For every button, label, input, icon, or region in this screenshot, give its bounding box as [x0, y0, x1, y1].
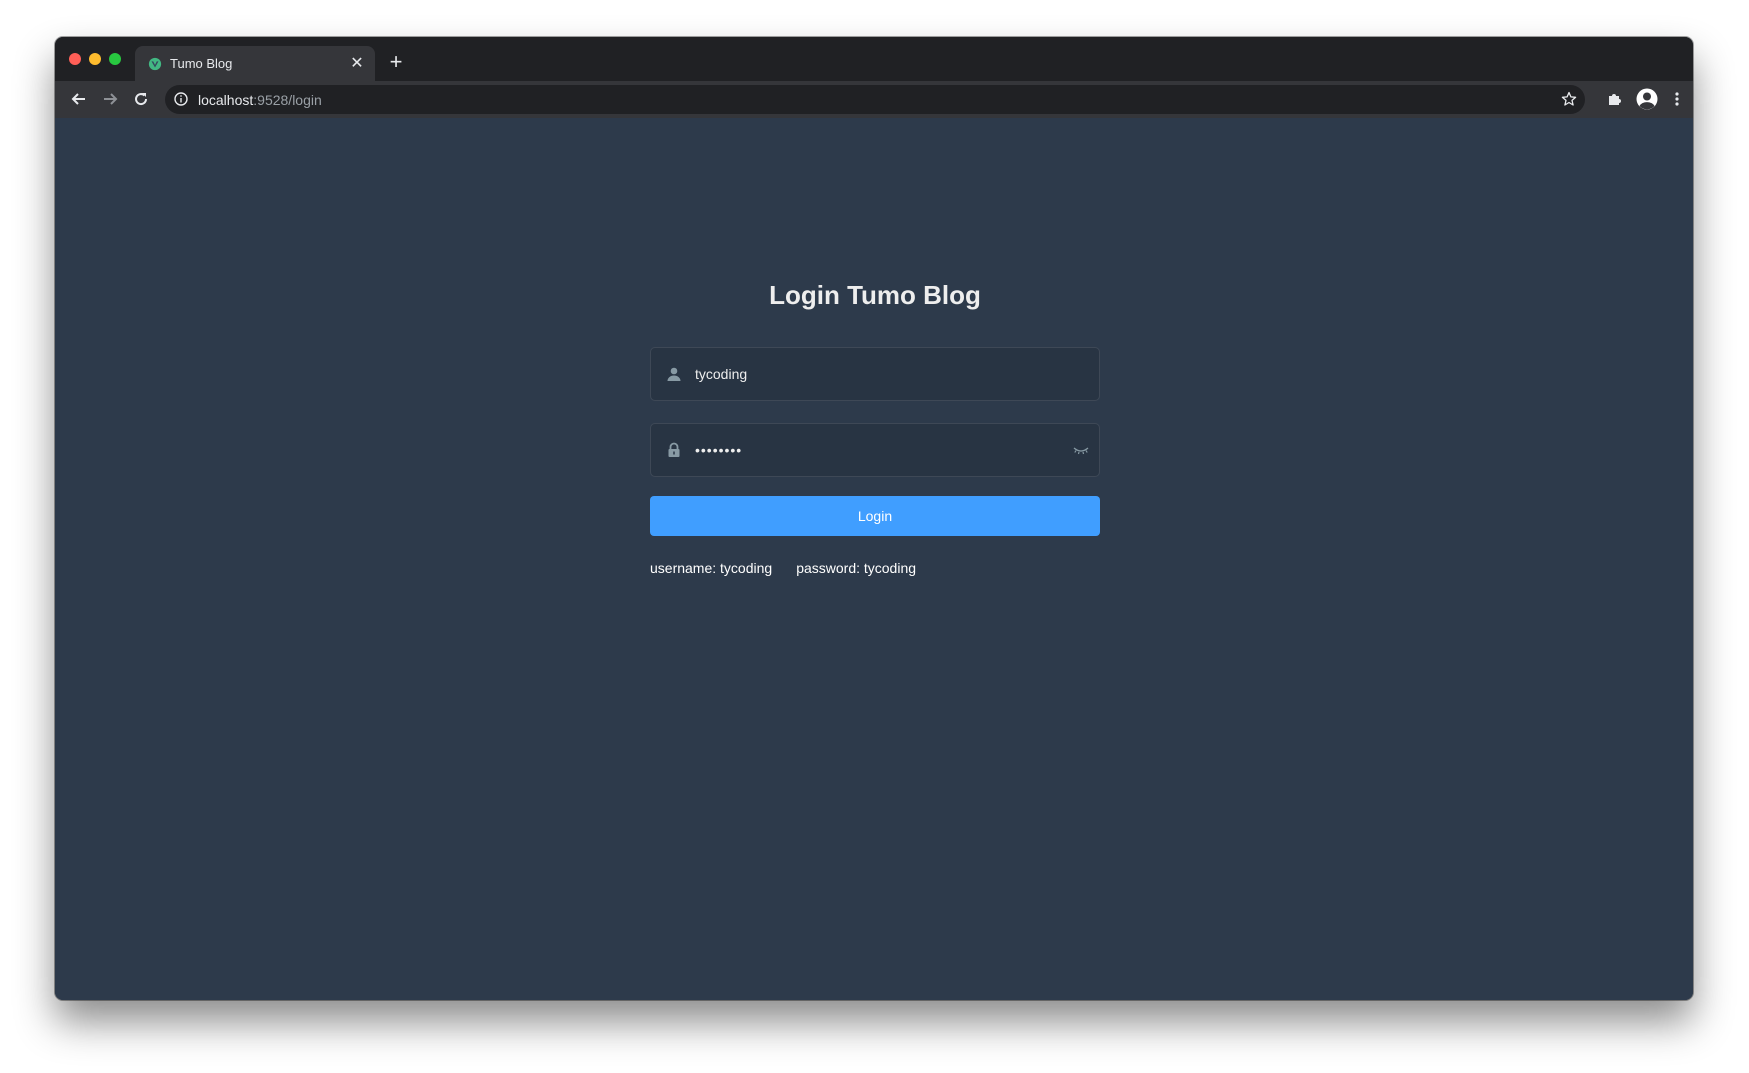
username-tip: username: tycoding [650, 560, 773, 576]
tab-title: Tumo Blog [170, 56, 233, 71]
login-form: Login Tumo Blog tycoding •••••••• Login … [650, 278, 1100, 576]
username-input[interactable] [695, 348, 1055, 400]
user-icon [667, 367, 681, 381]
url-path: :9528/login [253, 92, 322, 108]
password-tip: password: tycoding [796, 560, 917, 576]
lock-icon [668, 442, 680, 457]
close-window-button[interactable] [69, 53, 81, 65]
browser-window: Tumo Blog ✕ + localhost:9528/login Login… [55, 37, 1693, 1000]
browser-toolbar: localhost:9528/login [55, 81, 1693, 118]
star-icon[interactable] [1561, 91, 1577, 107]
page-content: Login Tumo Blog tycoding •••••••• Login … [55, 118, 1693, 1000]
vue-logo-icon [148, 57, 162, 71]
address-bar[interactable]: localhost:9528/login [165, 85, 1585, 114]
page-title: Login Tumo Blog [769, 280, 981, 310]
minimize-window-button[interactable] [89, 53, 101, 65]
credentials-tips: username: tycoding password: tycoding [650, 560, 916, 576]
plus-icon[interactable]: + [385, 51, 407, 74]
password-input[interactable] [695, 424, 1055, 476]
tab-tumo-blog[interactable]: Tumo Blog ✕ [135, 46, 375, 81]
eye-closed-icon[interactable] [1072, 442, 1090, 458]
reload-icon[interactable] [129, 87, 153, 111]
maximize-window-button[interactable] [109, 53, 121, 65]
url-text: localhost:9528/login [198, 92, 322, 108]
info-icon[interactable] [174, 92, 188, 106]
login-button[interactable]: Login [650, 496, 1100, 536]
password-field[interactable] [650, 423, 1100, 477]
close-icon[interactable]: ✕ [347, 54, 367, 74]
url-host: localhost [198, 92, 254, 108]
puzzle-icon[interactable] [1603, 87, 1627, 111]
tab-strip: Tumo Blog ✕ + [55, 37, 1693, 81]
arrow-right-icon[interactable] [98, 87, 122, 111]
avatar-icon[interactable] [1635, 87, 1659, 111]
kebab-menu-icon[interactable] [1665, 87, 1689, 111]
username-field[interactable] [650, 347, 1100, 401]
arrow-left-icon[interactable] [67, 87, 91, 111]
